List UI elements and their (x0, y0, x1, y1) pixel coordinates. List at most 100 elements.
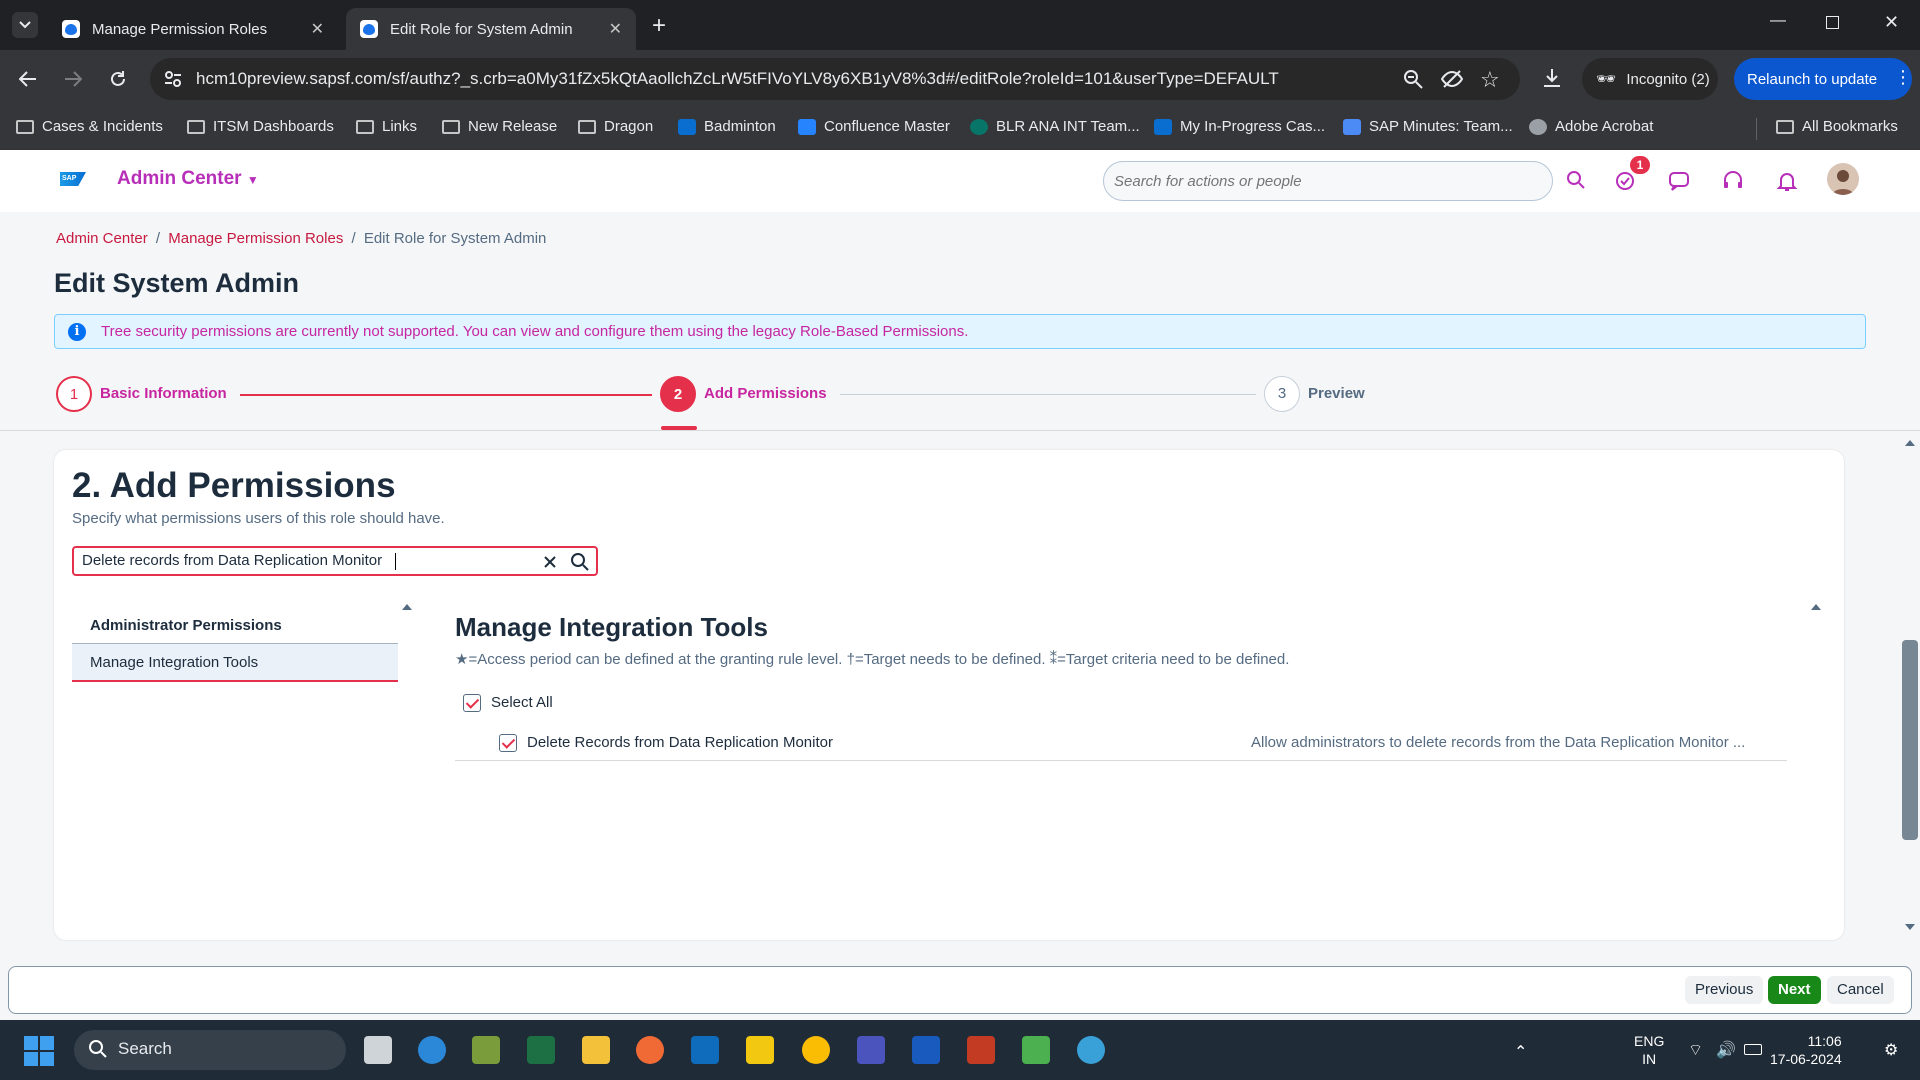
restore-icon[interactable] (1826, 16, 1839, 29)
page-scroll-up-icon[interactable] (1905, 440, 1915, 446)
clock-time: 11:06 (1807, 1033, 1842, 1049)
next-button[interactable]: Next (1768, 976, 1821, 1004)
folder-icon (442, 119, 460, 134)
sap-logo[interactable]: SAP (60, 172, 86, 186)
download-icon[interactable] (1542, 68, 1562, 88)
tab-search-button[interactable] (12, 12, 38, 38)
permission-label[interactable]: Delete Records from Data Replication Mon… (527, 734, 833, 751)
breadcrumb-admin-center[interactable]: Admin Center (56, 230, 148, 247)
winrar-icon[interactable] (967, 1036, 995, 1064)
tab-close-icon[interactable]: ✕ (311, 19, 324, 39)
step-2-indicator[interactable]: 2 (660, 376, 696, 412)
windows-start-icon[interactable] (24, 1036, 54, 1066)
bookmark-new-release[interactable]: New Release (442, 118, 557, 135)
snipping-tool-icon[interactable] (636, 1036, 664, 1064)
forward-icon[interactable] (60, 66, 86, 92)
select-all-label[interactable]: Select All (491, 694, 553, 711)
bookmark-dragon[interactable]: Dragon (578, 118, 653, 135)
headset-icon[interactable] (1722, 170, 1746, 194)
relaunch-button[interactable]: Relaunch to update ⋮ (1734, 58, 1912, 100)
battery-icon[interactable] (1744, 1044, 1762, 1055)
greenshot-icon[interactable] (1022, 1036, 1050, 1064)
select-all-checkbox[interactable] (463, 694, 481, 712)
bookmark-blr-ana[interactable]: BLR ANA INT Team... (970, 118, 1140, 135)
notification-center-icon[interactable]: ⚙ (1884, 1040, 1898, 1060)
step-1-indicator[interactable]: 1 (56, 376, 92, 412)
permission-description: Allow administrators to delete records f… (1251, 734, 1746, 751)
left-scroll-up-icon[interactable] (402, 604, 412, 610)
left-nav-header: Administrator Permissions (72, 614, 398, 644)
outlook-icon[interactable] (691, 1036, 719, 1064)
bookmark-star-icon[interactable]: ☆ (1480, 67, 1500, 93)
bookmark-label: All Bookmarks (1802, 118, 1898, 135)
incognito-indicator[interactable]: 🕶 Incognito (2) (1582, 58, 1718, 100)
wifi-icon[interactable]: ⌔ (1688, 1040, 1703, 1060)
language-indicator[interactable]: ENG IN (1634, 1032, 1664, 1068)
more-menu-icon[interactable]: ⋮ (1894, 67, 1912, 88)
permission-search-input[interactable] (82, 552, 522, 569)
paint-palette-icon[interactable] (1077, 1036, 1105, 1064)
teams-icon[interactable] (857, 1036, 885, 1064)
excel-icon[interactable] (527, 1036, 555, 1064)
avatar[interactable] (1827, 163, 1859, 195)
previous-button[interactable]: Previous (1685, 976, 1764, 1004)
bookmark-links[interactable]: Links (356, 118, 417, 135)
global-search-input[interactable] (1103, 161, 1553, 201)
incognito-label: Incognito (2) (1626, 70, 1710, 88)
window-close-icon[interactable]: ✕ (1884, 12, 1899, 33)
bookmark-my-in-progress[interactable]: My In-Progress Cas... (1154, 118, 1325, 135)
permission-search-field[interactable] (72, 546, 598, 576)
new-tab-icon[interactable]: + (652, 12, 666, 40)
zoom-icon[interactable] (1403, 69, 1423, 89)
right-scroll-up-icon[interactable] (1811, 604, 1821, 610)
search-icon[interactable] (570, 552, 590, 572)
task-view-icon[interactable] (364, 1036, 392, 1064)
page-scrollbar-thumb[interactable] (1902, 640, 1918, 840)
paint-icon[interactable] (472, 1036, 500, 1064)
clear-icon[interactable] (540, 552, 560, 572)
tab-edit-role[interactable]: Edit Role for System Admin ✕ (346, 8, 636, 50)
search-icon[interactable] (1566, 170, 1590, 194)
minimize-icon[interactable]: — (1770, 12, 1786, 30)
step-1-label[interactable]: Basic Information (100, 385, 227, 402)
reload-icon[interactable] (105, 66, 131, 92)
chat-icon[interactable] (1668, 170, 1692, 194)
bell-icon[interactable] (1776, 170, 1800, 194)
chrome-icon[interactable] (802, 1036, 830, 1064)
back-icon[interactable] (15, 66, 41, 92)
permission-checkbox[interactable] (499, 734, 517, 752)
cancel-button[interactable]: Cancel (1827, 976, 1894, 1004)
bookmark-adobe-acrobat[interactable]: Adobe Acrobat (1529, 118, 1653, 135)
bookmark-label: Confluence Master (824, 118, 950, 135)
tray-chevron-icon[interactable]: ⌃ (1514, 1042, 1527, 1062)
left-nav-item-manage-integration-tools[interactable]: Manage Integration Tools (72, 644, 398, 682)
sticky-notes-icon[interactable] (746, 1036, 774, 1064)
eye-off-icon[interactable] (1441, 69, 1463, 89)
word-icon[interactable] (912, 1036, 940, 1064)
step-2-label[interactable]: Add Permissions (704, 385, 827, 402)
bookmark-all-bookmarks[interactable]: All Bookmarks (1776, 118, 1898, 135)
bookmark-confluence-master[interactable]: Confluence Master (798, 118, 950, 135)
address-bar[interactable]: hcm10preview.sapsf.com/sf/authz?_s.crb=a… (150, 58, 1520, 100)
breadcrumb-manage-permission-roles[interactable]: Manage Permission Roles (168, 230, 343, 247)
tab-close-icon[interactable]: ✕ (609, 19, 622, 39)
bookmark-badminton[interactable]: Badminton (678, 118, 776, 135)
step-3-indicator[interactable]: 3 (1264, 376, 1300, 412)
step-3-label[interactable]: Preview (1308, 385, 1365, 402)
info-icon: i (68, 323, 86, 341)
bookmark-sap-minutes[interactable]: SAP Minutes: Team... (1343, 118, 1513, 135)
tab-manage-permission-roles[interactable]: Manage Permission Roles ✕ (48, 8, 338, 50)
app-title-menu[interactable]: Admin Center ▼ (117, 168, 259, 190)
volume-icon[interactable]: 🔊 (1716, 1040, 1736, 1060)
system-clock[interactable]: 11:06 17-06-2024 (1770, 1032, 1842, 1068)
page-scroll-down-icon[interactable] (1905, 924, 1915, 930)
bookmark-cases-incidents[interactable]: Cases & Incidents (16, 118, 163, 135)
teams-chat-icon[interactable] (418, 1036, 446, 1064)
permission-legend: ★=Access period can be defined at the gr… (455, 651, 1290, 668)
text-cursor (395, 553, 396, 570)
site-info-icon[interactable] (164, 70, 182, 88)
todo-icon[interactable] (1614, 170, 1638, 194)
taskbar-search[interactable]: Search (74, 1030, 346, 1070)
file-explorer-icon[interactable] (582, 1036, 610, 1064)
bookmark-itsm-dashboards[interactable]: ITSM Dashboards (187, 118, 334, 135)
